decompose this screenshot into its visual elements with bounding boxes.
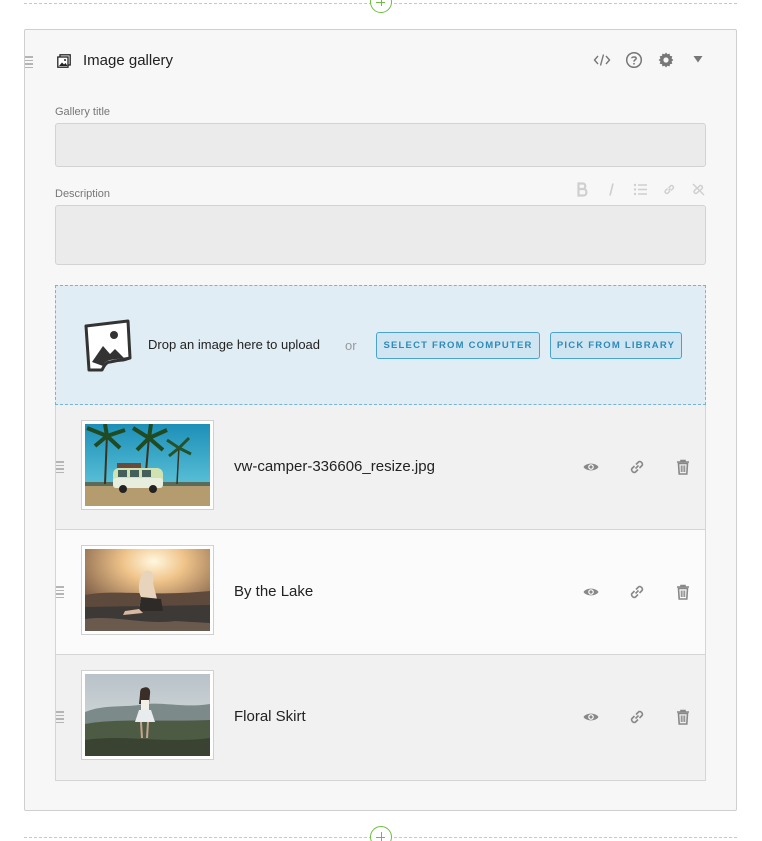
gear-icon[interactable] <box>656 50 676 70</box>
add-block-bottom-button[interactable] <box>370 826 392 841</box>
page: Image gallery Gallery title Description <box>0 0 762 841</box>
eye-icon[interactable] <box>581 457 601 477</box>
pick-from-library-button[interactable]: PICK FROM LIBRARY <box>550 332 682 359</box>
list-icon[interactable] <box>632 181 648 197</box>
link-icon[interactable] <box>627 457 647 477</box>
help-icon[interactable] <box>624 50 644 70</box>
eye-icon[interactable] <box>581 582 601 602</box>
image-thumbnail[interactable] <box>81 545 214 635</box>
unlink-icon[interactable] <box>690 181 706 197</box>
gallery-title-input[interactable] <box>55 123 706 167</box>
description-input[interactable] <box>55 205 706 265</box>
add-block-top-button[interactable] <box>370 0 392 13</box>
image-name: Floral Skirt <box>234 708 306 725</box>
list-item[interactable]: By the Lake <box>56 530 705 655</box>
list-item[interactable]: vw-camper-336606_resize.jpg <box>56 405 705 530</box>
image-thumbnail[interactable] <box>81 670 214 760</box>
collapse-icon[interactable] <box>688 50 708 70</box>
link-icon[interactable] <box>661 181 677 197</box>
block-header: Image gallery <box>25 30 736 92</box>
link-icon[interactable] <box>627 707 647 727</box>
row-drag-handle[interactable] <box>56 711 64 723</box>
gallery-icon <box>57 54 71 68</box>
image-name: vw-camper-336606_resize.jpg <box>234 458 435 475</box>
lake-photo <box>85 549 210 631</box>
eye-icon[interactable] <box>581 707 601 727</box>
image-gallery-block: Image gallery Gallery title Description <box>24 29 737 811</box>
dropzone-or: or <box>345 338 357 353</box>
skirt-photo <box>85 674 210 756</box>
row-drag-handle[interactable] <box>56 586 64 598</box>
bold-icon[interactable] <box>574 181 590 197</box>
list-item[interactable]: Floral Skirt <box>56 655 705 780</box>
code-icon[interactable] <box>592 50 612 70</box>
italic-icon[interactable] <box>603 181 619 197</box>
description-label: Description <box>55 188 111 200</box>
trash-icon[interactable] <box>673 707 693 727</box>
vw-camper-photo <box>85 424 210 506</box>
editor-toolbar <box>574 181 706 197</box>
image-name: By the Lake <box>234 583 314 600</box>
gallery-title-label: Gallery title <box>55 106 111 118</box>
image-list: vw-camper-336606_resize.jpg By the Lake … <box>55 405 706 781</box>
image-thumbnail[interactable] <box>81 420 214 510</box>
image-dropzone[interactable]: Drop an image here to upload or SELECT F… <box>55 285 706 405</box>
select-from-computer-button[interactable]: SELECT FROM COMPUTER <box>376 332 540 359</box>
trash-icon[interactable] <box>673 457 693 477</box>
dropzone-text: Drop an image here to upload <box>148 337 321 352</box>
link-icon[interactable] <box>627 582 647 602</box>
trash-icon[interactable] <box>673 582 693 602</box>
image-upload-icon <box>82 318 134 372</box>
block-title: Image gallery <box>83 52 174 69</box>
row-drag-handle[interactable] <box>56 461 64 473</box>
